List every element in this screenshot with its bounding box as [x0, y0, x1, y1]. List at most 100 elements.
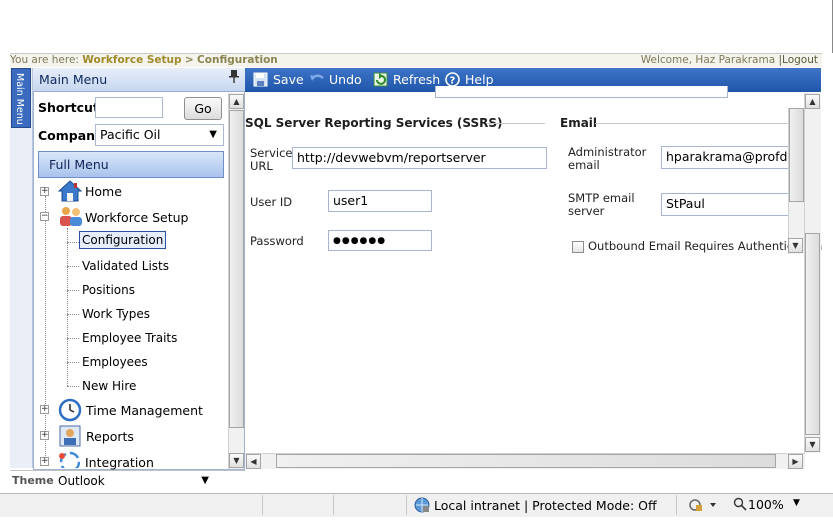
user-id-input[interactable]: user1: [328, 190, 432, 212]
shortcut-label: Shortcut: [38, 100, 99, 115]
scroll-down-icon[interactable]: ▼: [229, 453, 244, 468]
welcome-text: Welcome, Haz Parakrama: [640, 54, 776, 66]
tree-item-time-management[interactable]: Time Management: [86, 403, 203, 418]
tree-item-home[interactable]: Home: [85, 184, 122, 199]
tree-item-validated-lists[interactable]: Validated Lists: [82, 259, 169, 273]
horizontal-scroll-thumb[interactable]: [276, 454, 776, 468]
password-input[interactable]: ●●●●●●: [328, 230, 432, 251]
ssrs-section-title: SQL Server Reporting Services (SSRS): [245, 116, 503, 130]
bottom-edge: [0, 517, 833, 524]
collapse-workforce-toggle[interactable]: −: [40, 212, 49, 221]
scroll-down-icon[interactable]: ▼: [788, 238, 803, 253]
refresh-icon: [373, 72, 388, 87]
tree-line: [67, 290, 79, 291]
scroll-left-icon[interactable]: ◀: [246, 454, 261, 469]
help-label: Help: [465, 72, 494, 87]
smtp-server-label: SMTP email server: [568, 191, 635, 218]
tree-item-reports[interactable]: Reports: [86, 429, 134, 444]
expand-reports-toggle[interactable]: +: [40, 431, 49, 440]
main-menu-title: Main Menu: [39, 72, 108, 87]
tree-item-employees[interactable]: Employees: [82, 355, 148, 369]
pin-icon[interactable]: [229, 68, 239, 92]
main-menu-side-tab[interactable]: Main Menu: [11, 68, 31, 128]
breadcrumb-prefix: You are here:: [10, 54, 79, 66]
theme-select[interactable]: Outlook ▼: [55, 472, 213, 491]
tree-item-configuration[interactable]: Configuration: [79, 231, 167, 249]
status-divider: [676, 495, 677, 515]
tree-item-workforce-setup[interactable]: Workforce Setup: [85, 210, 189, 225]
scroll-down-icon[interactable]: ▼: [805, 437, 820, 452]
scroll-up-icon[interactable]: ▲: [229, 94, 244, 109]
scroll-up-icon[interactable]: ▲: [805, 94, 820, 109]
tree-item-employee-traits[interactable]: Employee Traits: [82, 331, 177, 345]
tree-item-positions[interactable]: Positions: [82, 283, 135, 297]
expand-home-toggle[interactable]: +: [40, 187, 49, 196]
full-menu-header[interactable]: Full Menu: [38, 151, 224, 178]
tree-item-integration[interactable]: Integration: [85, 455, 154, 470]
status-divider: [333, 495, 334, 515]
theme-select-value: Outlook: [58, 474, 105, 488]
svg-text:?: ?: [450, 76, 456, 87]
home-icon: [57, 179, 83, 202]
content-scroll-thumb[interactable]: [805, 233, 820, 435]
full-menu-label: Full Menu: [49, 157, 109, 172]
save-button[interactable]: Save: [253, 71, 304, 88]
breadcrumb-separator: >: [184, 54, 194, 66]
integration-icon: [58, 450, 80, 468]
help-icon: ?: [445, 72, 460, 87]
refresh-button[interactable]: Refresh: [373, 71, 440, 88]
company-select-value: Pacific Oil: [100, 127, 161, 142]
save-icon: [253, 72, 268, 87]
logout-link[interactable]: |Logout: [779, 54, 819, 66]
breadcrumb-link-workforce-setup[interactable]: Workforce Setup: [82, 54, 181, 66]
security-zone-text[interactable]: Local intranet | Protected Mode: Off: [434, 498, 657, 513]
shortcut-input[interactable]: [95, 97, 163, 118]
browser-blank-area: [0, 0, 833, 53]
password-label: Password: [250, 234, 304, 248]
company-label: Company: [38, 128, 104, 143]
breadcrumb-current: Configuration: [197, 54, 278, 66]
inner-scroll-thumb[interactable]: [789, 108, 804, 202]
undo-button[interactable]: Undo: [309, 71, 362, 88]
divider: [595, 123, 789, 124]
smtp-server-input[interactable]: StPaul: [661, 193, 789, 216]
clipped-field[interactable]: [435, 86, 728, 98]
tree-line: [67, 362, 79, 363]
status-divider: [406, 495, 407, 515]
status-divider: [262, 495, 263, 515]
save-label: Save: [273, 72, 304, 87]
tree-item-new-hire[interactable]: New Hire: [82, 379, 136, 393]
admin-email-input[interactable]: hparakrama@profdata.: [661, 146, 789, 169]
chevron-down-icon: ▼: [209, 129, 217, 140]
menu-scroll-thumb[interactable]: [229, 110, 244, 428]
service-url-label: Service URL: [250, 146, 293, 173]
side-strip: [10, 68, 33, 468]
zoom-level[interactable]: 100%: [748, 497, 784, 512]
tree-line: [67, 314, 79, 315]
tree-line: [67, 266, 79, 267]
lock-icon[interactable]: [688, 497, 718, 516]
tree-line: [45, 196, 46, 464]
scroll-right-icon[interactable]: ▶: [788, 454, 803, 469]
company-select[interactable]: Pacific Oil ▼: [95, 124, 224, 146]
divider: [487, 123, 545, 124]
admin-email-label: Administrator email: [568, 145, 647, 172]
outbound-auth-checkbox[interactable]: [572, 241, 584, 253]
email-section-title: Email: [560, 116, 598, 130]
theme-label: Theme: [12, 474, 54, 487]
undo-label: Undo: [329, 72, 362, 87]
zoom-icon: [733, 497, 747, 514]
service-url-input[interactable]: http://devwebvm/reportserver: [292, 147, 547, 169]
chevron-down-icon[interactable]: ▼: [793, 498, 800, 508]
expand-integration-toggle[interactable]: +: [40, 457, 49, 466]
expand-time-management-toggle[interactable]: +: [40, 405, 49, 414]
breadcrumb: You are here: Workforce Setup > Configur…: [10, 53, 822, 67]
go-button[interactable]: Go: [184, 97, 222, 120]
reports-icon: [58, 424, 81, 447]
tree-line: [67, 242, 79, 243]
tree-item-work-types[interactable]: Work Types: [82, 307, 150, 321]
clock-icon: [58, 398, 82, 422]
refresh-label: Refresh: [393, 72, 441, 87]
user-id-label: User ID: [250, 195, 293, 209]
main-menu-header: Main Menu: [33, 68, 245, 92]
